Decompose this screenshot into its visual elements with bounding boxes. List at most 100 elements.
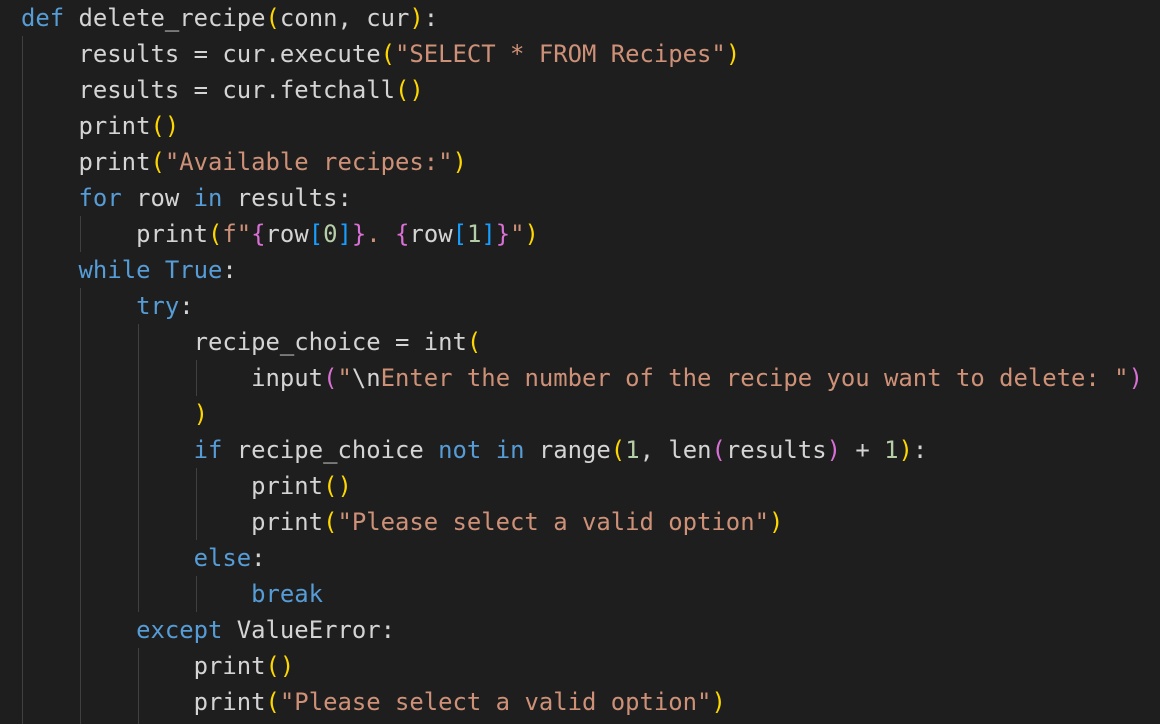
code-token: \n: [351, 364, 381, 392]
code-token: results = cur.fetchall: [21, 76, 395, 104]
code-token: conn, cur: [279, 4, 410, 32]
code-token: (: [323, 364, 338, 392]
code-line[interactable]: input("\nEnter the number of the recipe …: [21, 360, 1143, 396]
code-token: row: [265, 220, 309, 248]
code-line[interactable]: print("Please select a valid option"): [21, 684, 1143, 720]
code-token: (): [150, 112, 180, 140]
code-line[interactable]: try:: [21, 288, 1143, 324]
code-token: :: [423, 4, 439, 32]
code-area[interactable]: def delete_recipe(conn, cur): results = …: [21, 0, 1143, 720]
code-token: recipe_choice = int: [21, 328, 467, 356]
code-token: ): [826, 436, 841, 464]
code-token: print: [21, 472, 324, 500]
code-token: (: [150, 148, 165, 176]
code-token: input: [21, 364, 324, 392]
code-token: print: [21, 688, 266, 716]
code-line[interactable]: print("Available recipes:"): [21, 144, 1143, 180]
code-token: print: [21, 112, 151, 140]
code-token: ): [1128, 364, 1143, 392]
code-token: ): [711, 688, 726, 716]
code-editor[interactable]: def delete_recipe(conn, cur): results = …: [0, 0, 1160, 724]
code-token: , len: [639, 436, 712, 464]
code-token: row: [409, 220, 453, 248]
code-line[interactable]: ): [21, 396, 1143, 432]
code-token: .: [366, 220, 396, 248]
code-token: print: [21, 508, 324, 536]
code-line[interactable]: else:: [21, 540, 1143, 576]
code-token: ": [337, 364, 352, 392]
code-line[interactable]: results = cur.fetchall(): [21, 72, 1143, 108]
code-line[interactable]: print(f"{row[0]}. {row[1]}"): [21, 216, 1143, 252]
code-token: "Please select a valid option": [279, 688, 712, 716]
code-token: (): [323, 472, 352, 500]
code-token: def: [21, 4, 65, 32]
code-token: (: [610, 436, 626, 464]
code-token: print: [21, 652, 266, 680]
code-token: 1: [625, 436, 640, 464]
code-token: (: [466, 328, 482, 356]
code-line[interactable]: recipe_choice = int(: [21, 324, 1143, 360]
code-token: else: [193, 544, 252, 572]
code-token: :: [179, 292, 194, 320]
code-token: +: [840, 436, 885, 464]
code-line[interactable]: results = cur.execute("SELECT * FROM Rec…: [21, 36, 1143, 72]
code-token: while: [78, 256, 151, 284]
code-token: delete_recipe: [64, 4, 266, 32]
code-token: {: [251, 220, 266, 248]
code-line[interactable]: print("Please select a valid option"): [21, 504, 1143, 540]
code-line[interactable]: while True:: [21, 252, 1143, 288]
code-token: except: [136, 616, 223, 644]
code-line[interactable]: except ValueError:: [21, 612, 1143, 648]
code-token: print: [21, 148, 151, 176]
code-token: ): [725, 40, 741, 68]
code-token: "Available recipes:": [164, 148, 453, 176]
code-token: if: [193, 436, 223, 464]
code-line[interactable]: print(): [21, 108, 1143, 144]
code-token: True: [164, 256, 223, 284]
code-token: (): [265, 652, 295, 680]
code-token: ): [524, 220, 539, 248]
code-token: ]: [337, 220, 352, 248]
code-token: :: [222, 256, 237, 284]
code-token: break: [251, 580, 324, 608]
code-token: 1: [466, 220, 482, 248]
code-token: results:: [222, 184, 352, 212]
code-token: ): [193, 400, 208, 428]
code-token: in: [495, 436, 525, 464]
code-token: (: [207, 220, 223, 248]
code-line[interactable]: print(): [21, 648, 1143, 684]
code-token: range: [524, 436, 611, 464]
code-line[interactable]: def delete_recipe(conn, cur):: [21, 0, 1143, 36]
code-token: ): [898, 436, 913, 464]
code-token: }: [495, 220, 511, 248]
code-token: results: [725, 436, 827, 464]
code-token: }: [351, 220, 367, 248]
code-token: "SELECT * FROM Recipes": [394, 40, 726, 68]
code-line[interactable]: for row in results:: [21, 180, 1143, 216]
code-token: row: [121, 184, 194, 212]
code-line[interactable]: print(): [21, 468, 1143, 504]
code-token: print: [21, 220, 208, 248]
code-line[interactable]: if recipe_choice not in range(1, len(res…: [21, 432, 1143, 468]
code-token: 0: [323, 220, 338, 248]
code-line[interactable]: break: [21, 576, 1143, 612]
code-token: "Please select a valid option": [337, 508, 769, 536]
code-token: Enter the number of the recipe you want …: [380, 364, 1129, 392]
code-token: {: [395, 220, 410, 248]
code-token: (): [394, 76, 424, 104]
code-token: ): [452, 148, 467, 176]
code-token: ": [510, 220, 525, 248]
code-token: [: [308, 220, 324, 248]
code-token: (: [265, 4, 280, 32]
code-token: :: [251, 544, 266, 572]
code-token: (: [265, 688, 280, 716]
code-token: (: [323, 508, 338, 536]
